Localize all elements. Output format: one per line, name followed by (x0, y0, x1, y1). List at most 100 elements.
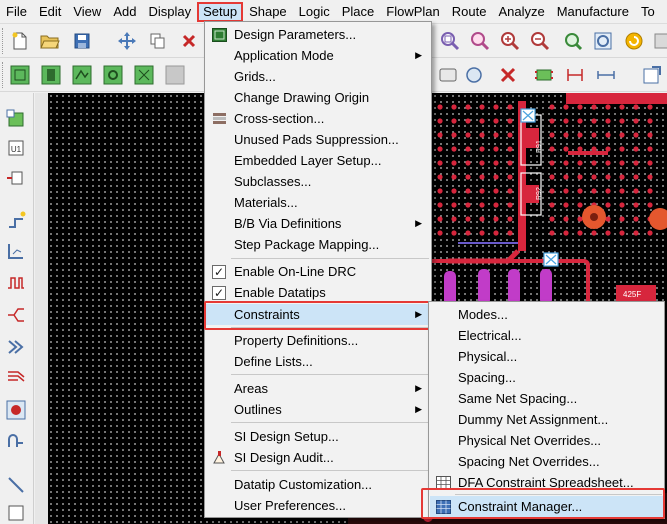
menu-item-si-design-setup[interactable]: SI Design Setup... (206, 426, 430, 447)
save-icon[interactable] (70, 29, 94, 53)
menu-item-areas[interactable]: Areas ▶ (206, 378, 430, 399)
move-icon[interactable] (115, 29, 139, 53)
menu-item-datatip-customization[interactable]: Datatip Customization... (206, 474, 430, 495)
zoom-in-icon[interactable] (498, 29, 522, 53)
via-array-icon[interactable] (4, 398, 28, 422)
menu-item-define-lists[interactable]: Define Lists... (206, 351, 430, 372)
multi-line-route-icon[interactable] (4, 365, 28, 389)
menu-analyze[interactable]: Analyze (492, 1, 550, 23)
menu-item-subclasses[interactable]: Subclasses... (206, 171, 430, 192)
add-connect-icon[interactable] (4, 208, 28, 232)
menu-item-same-net-spacing[interactable]: Same Net Spacing... (430, 388, 663, 409)
menu-item-enable-online-drc[interactable]: ✓ Enable On-Line DRC (206, 261, 430, 282)
grid-pad (549, 188, 555, 194)
net-visibility-icon[interactable] (70, 63, 94, 87)
grid-pad (619, 188, 625, 194)
menu-setup[interactable]: Setup (197, 1, 244, 22)
menu-display[interactable]: Display (142, 1, 197, 23)
menu-item-change-drawing-origin[interactable]: Change Drawing Origin (206, 87, 430, 108)
menu-item-cross-section[interactable]: Cross-section... (206, 108, 430, 129)
menu-tools[interactable]: To (635, 1, 661, 23)
menu-file[interactable]: File (0, 1, 33, 23)
grid-pad (507, 230, 513, 236)
menu-item-materials[interactable]: Materials... (206, 192, 430, 213)
menu-view[interactable]: View (67, 1, 107, 23)
menu-item-outlines[interactable]: Outlines ▶ (206, 399, 430, 420)
component-u1-icon[interactable]: U1 (4, 136, 28, 160)
slide-icon[interactable] (4, 239, 28, 263)
export-icon[interactable] (640, 63, 664, 87)
pin-icon[interactable] (4, 166, 28, 190)
submenu-arrow-icon: ▶ (415, 218, 422, 228)
grid-pad (577, 160, 583, 166)
menu-item-spacing[interactable]: Spacing... (430, 367, 663, 388)
menu-item-application-mode[interactable]: Application Mode ▶ (206, 45, 430, 66)
copy-icon[interactable] (146, 29, 170, 53)
zoom-out-icon[interactable] (528, 29, 552, 53)
menu-item-si-design-audit[interactable]: SI Design Audit... (206, 447, 430, 468)
menu-item-bb-via-definitions[interactable]: B/B Via Definitions ▶ (206, 213, 430, 234)
add-line-icon[interactable] (4, 473, 28, 497)
grid-pad (507, 118, 513, 124)
menu-place[interactable]: Place (336, 1, 381, 23)
menu-item-physical[interactable]: Physical... (430, 346, 663, 367)
layer-visibility-icon[interactable] (8, 63, 32, 87)
redraw-icon[interactable] (622, 29, 646, 53)
menu-item-dummy-net-assignment[interactable]: Dummy Net Assignment... (430, 409, 663, 430)
menu-item-step-package-mapping[interactable]: Step Package Mapping... (206, 234, 430, 255)
menu-item-modes[interactable]: Modes... (430, 304, 663, 325)
menu-item-grids[interactable]: Grids... (206, 66, 430, 87)
menu-manufacture[interactable]: Manufacture (551, 1, 635, 23)
toolbar-grip[interactable] (2, 28, 5, 54)
menu-item-design-parameters[interactable]: Design Parameters... (206, 24, 430, 45)
menu-item-unused-pads-suppression[interactable]: Unused Pads Suppression... (206, 129, 430, 150)
shape-tool-icon[interactable] (436, 63, 460, 87)
grid-pad (619, 146, 625, 152)
menu-item-enable-datatips[interactable]: ✓ Enable Datatips (206, 282, 430, 303)
menu-item-physical-net-overrides[interactable]: Physical Net Overrides... (430, 430, 663, 451)
fanout-icon[interactable] (4, 303, 28, 327)
zoom-previous-icon[interactable] (561, 29, 585, 53)
via-visibility-icon[interactable] (101, 63, 125, 87)
dimension-icon[interactable] (594, 63, 618, 87)
open-folder-icon[interactable] (38, 29, 62, 53)
menu-item-user-preferences[interactable]: User Preferences... (206, 495, 430, 516)
add-rect-icon[interactable] (4, 500, 28, 524)
pin-visibility-icon[interactable] (132, 63, 156, 87)
place-component-icon[interactable] (532, 63, 556, 87)
grid-pad (451, 146, 457, 152)
menu-item-label: Unused Pads Suppression... (234, 132, 399, 147)
shape-visibility-icon[interactable] (39, 63, 63, 87)
new-file-icon[interactable] (8, 29, 32, 53)
menu-item-label: Physical... (458, 349, 518, 364)
delete-icon[interactable] (177, 29, 201, 53)
clear-icon[interactable] (496, 63, 520, 87)
grid-pad (465, 160, 471, 166)
grid-pad (591, 132, 597, 138)
menu-flowplan[interactable]: FlowPlan (380, 1, 445, 23)
menu-add[interactable]: Add (107, 1, 142, 23)
menu-item-property-definitions[interactable]: Property Definitions... (206, 330, 430, 351)
menu-edit[interactable]: Edit (33, 1, 67, 23)
menu-item-spacing-net-overrides[interactable]: Spacing Net Overrides... (430, 451, 663, 472)
grid-pad (647, 202, 653, 208)
menu-item-embedded-layer-setup[interactable]: Embedded Layer Setup... (206, 150, 430, 171)
zoom-fit-icon[interactable] (438, 29, 462, 53)
toolbar-grip[interactable] (2, 62, 5, 88)
menu-logic[interactable]: Logic (293, 1, 336, 23)
menu-shape[interactable]: Shape (243, 1, 293, 23)
menu-item-electrical[interactable]: Electrical... (430, 325, 663, 346)
zoom-world-icon[interactable] (591, 29, 615, 53)
menu-route[interactable]: Route (446, 1, 493, 23)
add-component-icon[interactable] (4, 107, 28, 131)
bus-route-icon[interactable] (4, 335, 28, 359)
measure-icon[interactable] (563, 63, 587, 87)
delay-tune-icon[interactable] (4, 271, 28, 295)
left-toolbar: U1 (0, 93, 34, 524)
circle-tool-icon[interactable] (462, 63, 486, 87)
custom-smooth-icon[interactable] (4, 429, 28, 453)
refresh-icon[interactable] (650, 29, 667, 53)
zoom-window-icon[interactable] (468, 29, 492, 53)
menu-item-label: Grids... (234, 69, 276, 84)
grid-pad (451, 118, 457, 124)
